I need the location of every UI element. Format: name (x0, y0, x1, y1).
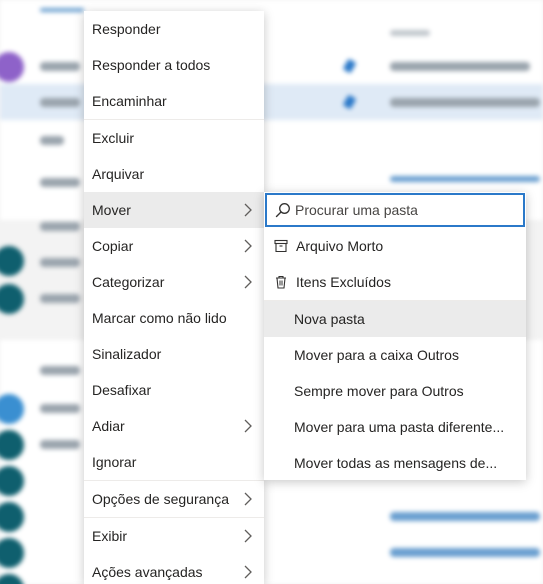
menu-item-label: Excluir (92, 130, 135, 146)
chevron-right-icon (244, 275, 252, 289)
menu-item-archive[interactable]: Arquivar (84, 156, 264, 192)
menu-item-label: Marcar como não lido (92, 310, 227, 326)
menu-item-security-options[interactable]: Opções de segurança (84, 481, 264, 517)
menu-item-advanced-actions[interactable]: Ações avançadas (84, 554, 264, 584)
action-label: Mover todas as mensagens de... (294, 455, 498, 471)
folder-item-deleted-items[interactable]: Itens Excluídos (264, 264, 526, 300)
menu-item-label: Responder a todos (92, 57, 211, 73)
menu-item-label: Arquivar (92, 166, 145, 182)
menu-item-label: Ignorar (92, 454, 137, 470)
menu-item-ignore[interactable]: Ignorar (84, 444, 264, 480)
folder-search-box[interactable] (265, 193, 525, 227)
menu-item-label: Sinalizador (92, 346, 162, 362)
folder-label: Arquivo Morto (296, 238, 384, 254)
menu-item-reply-all[interactable]: Responder a todos (84, 47, 264, 83)
move-to-different-folder-item[interactable]: Mover para uma pasta diferente... (264, 409, 526, 445)
archive-icon (274, 239, 288, 253)
menu-item-label: Copiar (92, 238, 134, 254)
menu-item-categorize[interactable]: Categorizar (84, 264, 264, 300)
menu-item-unpin[interactable]: Desafixar (84, 372, 264, 408)
move-all-messages-from-item[interactable]: Mover todas as mensagens de... (264, 445, 526, 481)
menu-item-label: Desafixar (92, 382, 152, 398)
menu-item-mark-unread[interactable]: Marcar como não lido (84, 300, 264, 336)
always-move-to-other-item[interactable]: Sempre mover para Outros (264, 373, 526, 409)
menu-item-label: Categorizar (92, 274, 165, 290)
menu-item-move[interactable]: Mover (84, 192, 264, 228)
chevron-right-icon (244, 203, 252, 217)
action-label: Mover para uma pasta diferente... (294, 419, 505, 435)
menu-item-copy[interactable]: Copiar (84, 228, 264, 264)
chevron-right-icon (244, 239, 252, 253)
action-label: Nova pasta (294, 311, 365, 327)
menu-item-label: Adiar (92, 418, 125, 434)
chevron-right-icon (244, 565, 252, 579)
move-submenu: Arquivo Morto Itens Excluídos Nova pasta… (264, 192, 526, 480)
chevron-right-icon (244, 529, 252, 543)
menu-item-label: Ações avançadas (92, 564, 203, 580)
menu-item-label: Opções de segurança (92, 491, 229, 507)
chevron-right-icon (244, 492, 252, 506)
menu-item-reply[interactable]: Responder (84, 11, 264, 47)
menu-item-view[interactable]: Exibir (84, 518, 264, 554)
menu-item-label: Mover (92, 202, 131, 218)
menu-item-delete[interactable]: Excluir (84, 120, 264, 156)
menu-item-label: Exibir (92, 528, 128, 544)
chevron-right-icon (244, 419, 252, 433)
menu-item-label: Encaminhar (92, 93, 167, 109)
menu-item-snooze[interactable]: Adiar (84, 408, 264, 444)
context-menu: Responder Responder a todos Encaminhar E… (84, 11, 264, 584)
folder-label: Itens Excluídos (296, 274, 391, 290)
folder-search-input[interactable] (295, 202, 515, 218)
menu-item-label: Responder (92, 21, 161, 37)
trash-icon (276, 275, 286, 289)
folder-item-archive[interactable]: Arquivo Morto (264, 228, 526, 264)
search-icon (275, 203, 290, 218)
menu-item-forward[interactable]: Encaminhar (84, 83, 264, 119)
menu-item-flag[interactable]: Sinalizador (84, 336, 264, 372)
new-folder-item[interactable]: Nova pasta (264, 301, 526, 337)
action-label: Sempre mover para Outros (294, 383, 464, 399)
action-label: Mover para a caixa Outros (294, 347, 459, 363)
move-to-other-item[interactable]: Mover para a caixa Outros (264, 337, 526, 373)
